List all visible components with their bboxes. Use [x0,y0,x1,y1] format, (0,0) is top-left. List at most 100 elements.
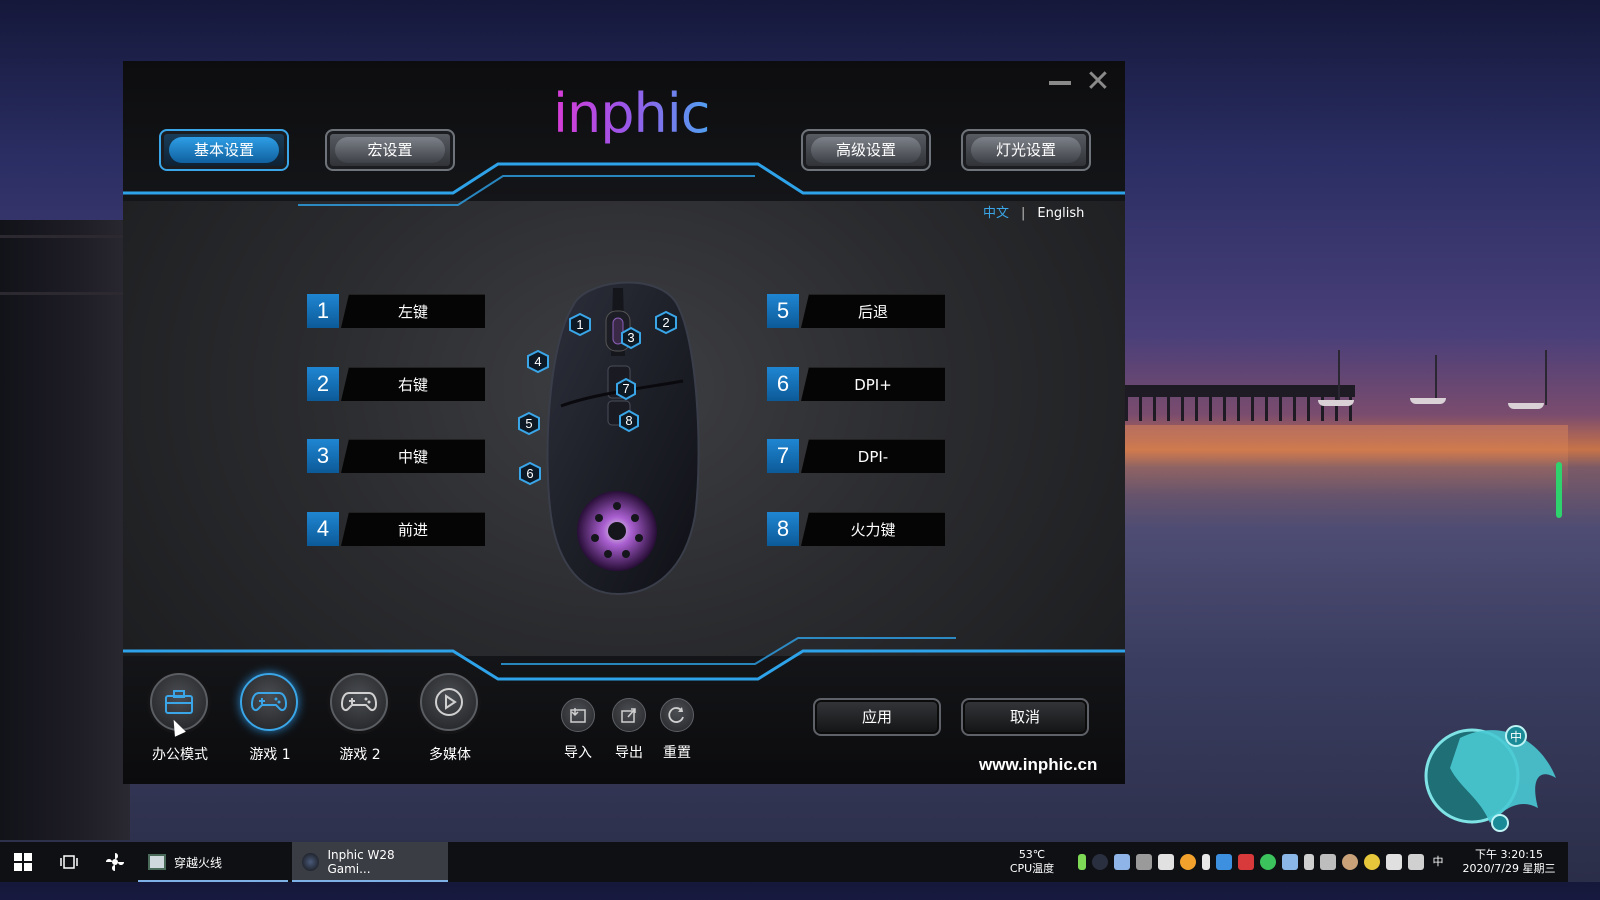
import-button[interactable]: 导入 [558,698,598,762]
inphic-app-icon [302,853,320,871]
tray-app-icon[interactable] [1238,854,1254,870]
key-function: 前进 [341,512,485,546]
battery-icon[interactable] [1078,854,1086,870]
taskbar-app-label: 穿越火线 [174,855,223,870]
desktop-pier [1125,385,1355,397]
reset-label: 重置 [663,745,691,761]
mouse-illustration: 1 2 3 4 5 6 7 8 [513,266,723,596]
desktop-sunset-reflection [1125,425,1568,495]
mascot-widget-icon[interactable]: 中 [1420,718,1560,833]
svg-text:2: 2 [662,315,669,330]
mode-game-2[interactable]: 游戏 2 [330,673,390,764]
svg-text:4: 4 [534,354,541,369]
key-assign-1[interactable]: 1 左键 [307,294,485,328]
desktop-railing [0,235,125,295]
nav-advanced-settings[interactable]: 高级设置 [801,129,931,171]
import-label: 导入 [564,745,592,761]
minimize-button[interactable] [1049,71,1071,93]
cpu-temp-label: CPU温度 [1009,862,1055,875]
boat-mast [1338,350,1340,400]
mouse-marker-7[interactable]: 7 [616,377,636,401]
key-function: 中键 [341,439,485,473]
key-assign-3[interactable]: 3 中键 [307,439,485,473]
key-assign-4[interactable]: 4 前进 [307,512,485,546]
volume-icon[interactable] [1386,854,1402,870]
task-view-icon [60,855,78,869]
taskbar-app-inphic[interactable]: Inphic W28 Gami... [292,842,448,882]
key-number: 7 [767,439,799,473]
taskbar-app-crossfire[interactable]: 穿越火线 [138,842,288,882]
system-tray: 53℃ CPU温度 中 下午 3:20:15 2020/7/29 星期三 [1004,842,1568,882]
nav-basic-settings[interactable]: 基本设置 [159,129,289,171]
mouse-marker-6[interactable]: 6 [519,461,541,486]
key-function: DPI+ [801,367,945,401]
boat-mast [1545,350,1547,405]
key-number: 3 [307,439,339,473]
mode-game-1[interactable]: 游戏 1 [240,673,300,764]
tray-app-icon[interactable] [1114,854,1130,870]
svg-text:8: 8 [625,413,632,428]
taskbar-app-label: Inphic W28 Gami... [327,848,395,876]
play-icon [420,673,478,731]
mouse-markers: 1 2 3 4 5 6 7 8 [518,310,677,486]
mode-multimedia[interactable]: 多媒体 [420,673,480,764]
mouse-marker-2[interactable]: 2 [655,310,677,335]
close-button[interactable]: ✕ [1085,67,1111,97]
clock[interactable]: 下午 3:20:15 2020/7/29 星期三 [1454,848,1564,876]
tray-app-icon[interactable] [1320,854,1336,870]
key-assign-7[interactable]: 7 DPI- [767,439,945,473]
reset-icon [660,698,694,732]
language-en[interactable]: English [1037,206,1084,221]
pinned-app-button[interactable] [92,842,138,882]
tray-app-icon[interactable] [1158,854,1174,870]
desktop-rocks [0,220,130,840]
tray-app-icon[interactable] [1342,854,1358,870]
key-function: 右键 [341,367,485,401]
import-icon [561,698,595,732]
mouse-marker-4[interactable]: 4 [527,349,549,374]
tray-app-icon[interactable] [1216,854,1232,870]
windows-icon [14,853,32,871]
mouse-marker-1[interactable]: 1 [569,312,591,337]
nav-macro-settings[interactable]: 宏设置 [325,129,455,171]
start-button[interactable] [0,842,46,882]
clock-time: 下午 3:20:15 [1475,848,1543,861]
language-zh[interactable]: 中文 [983,206,1009,221]
tray-app-icon[interactable] [1282,854,1298,870]
nav-lighting-settings[interactable]: 灯光设置 [961,129,1091,171]
key-assign-8[interactable]: 8 火力键 [767,512,945,546]
key-number: 5 [767,294,799,328]
taskbar-running-indicator [292,880,448,882]
tray-app-icon[interactable] [1180,854,1196,870]
ime-indicator[interactable]: 中 [1430,855,1446,869]
usb-icon[interactable] [1304,854,1314,870]
svg-text:6: 6 [526,466,533,481]
network-icon[interactable] [1408,854,1424,870]
key-function: DPI- [801,439,945,473]
mode-multimedia-label: 多媒体 [429,747,471,763]
cancel-button[interactable]: 取消 [961,698,1089,736]
apply-button[interactable]: 应用 [813,698,941,736]
key-number: 2 [307,367,339,401]
inphic-logo: inphic [553,81,713,147]
tray-app-icon[interactable] [1092,854,1108,870]
mouse-marker-8[interactable]: 8 [619,409,639,433]
key-assign-2[interactable]: 2 右键 [307,367,485,401]
task-view-button[interactable] [46,842,92,882]
svg-text:中: 中 [1510,729,1522,744]
svg-text:3: 3 [627,330,634,345]
cpu-temperature-widget[interactable]: 53℃ CPU温度 [1004,848,1060,876]
mouse-marker-3[interactable]: 3 [621,326,641,350]
reset-button[interactable]: 重置 [657,698,697,762]
export-label: 导出 [615,745,643,761]
microphone-icon[interactable] [1202,854,1210,870]
wechat-icon[interactable] [1260,854,1276,870]
tray-app-icon[interactable] [1136,854,1152,870]
key-assign-5[interactable]: 5 后退 [767,294,945,328]
mouse-marker-5[interactable]: 5 [518,411,540,436]
website-link[interactable]: www.inphic.cn [979,755,1097,775]
tray-app-icon[interactable] [1364,854,1380,870]
key-assign-6[interactable]: 6 DPI+ [767,367,945,401]
export-button[interactable]: 导出 [609,698,649,762]
boat [1508,403,1544,409]
